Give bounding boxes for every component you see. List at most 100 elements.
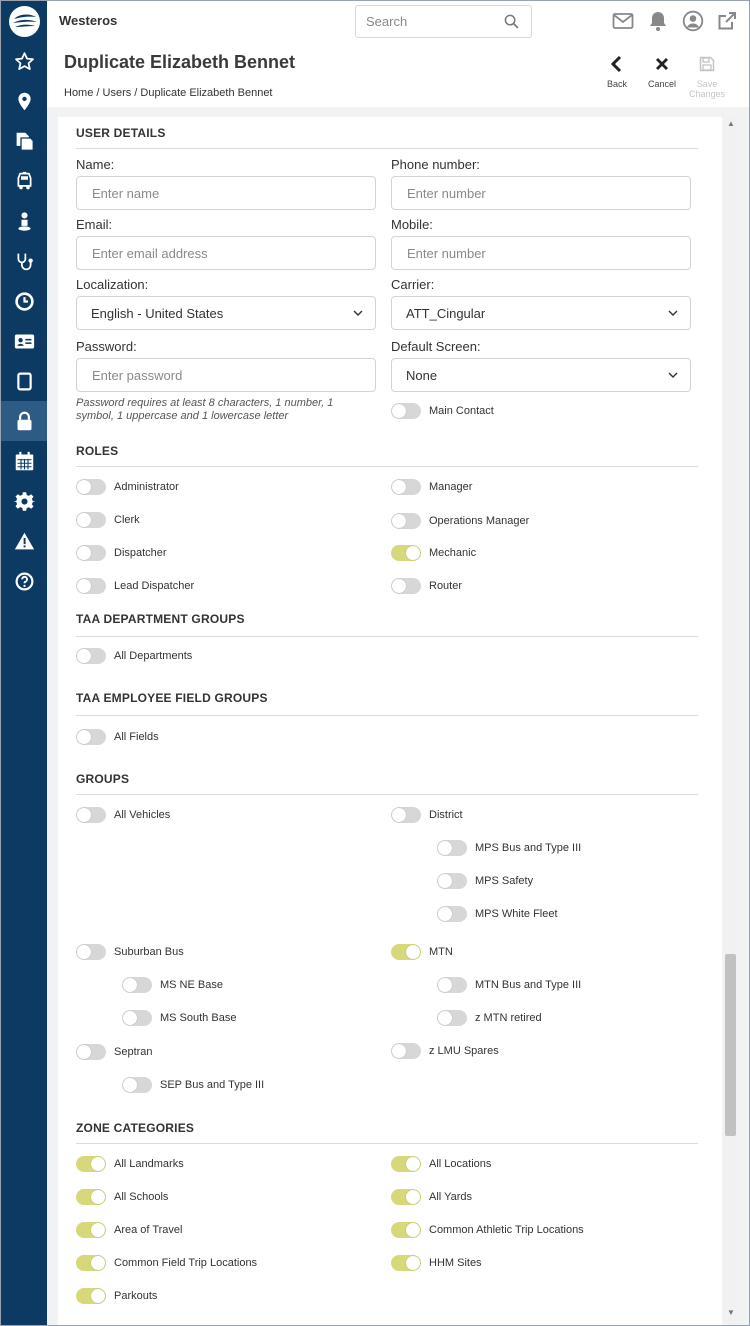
email-field[interactable]	[76, 236, 376, 270]
toggle-switch[interactable]	[76, 479, 106, 495]
role-toggle-lead-dispatcher[interactable]: Lead Dispatcher	[76, 578, 194, 594]
group-toggle-z-lmu-spares[interactable]: z LMU Spares	[391, 1043, 499, 1059]
localization-select[interactable]: English - United States	[76, 296, 376, 330]
sidebar-item-health[interactable]	[1, 241, 47, 281]
search-input[interactable]	[356, 6, 496, 37]
group-toggle-ms-ne-base[interactable]: MS NE Base	[122, 977, 223, 993]
zone-toggle-all-schools[interactable]: All Schools	[76, 1189, 168, 1205]
group-toggle-septran[interactable]: Septran	[76, 1044, 153, 1060]
scroll-up-arrow[interactable]: ▲	[727, 119, 735, 128]
sidebar-item-documents[interactable]	[1, 121, 47, 161]
toggle-switch[interactable]	[76, 1044, 106, 1060]
toggle-switch[interactable]	[76, 807, 106, 823]
toggle-switch[interactable]	[76, 578, 106, 594]
role-toggle-clerk[interactable]: Clerk	[76, 512, 140, 528]
carrier-select[interactable]: ATT_Cingular	[391, 296, 691, 330]
zone-toggle-common-field-trip-locations[interactable]: Common Field Trip Locations	[76, 1255, 257, 1271]
toggle-switch[interactable]	[76, 648, 106, 664]
toggle-switch[interactable]	[391, 1156, 421, 1172]
scrollbar-thumb[interactable]	[725, 954, 736, 1136]
cancel-button[interactable]: Cancel	[642, 53, 682, 89]
company-logo[interactable]	[9, 6, 40, 37]
save-changes-button[interactable]: Save Changes	[687, 53, 727, 99]
toggle-switch[interactable]	[391, 807, 421, 823]
role-toggle-administrator[interactable]: Administrator	[76, 479, 179, 495]
back-button[interactable]: Back	[597, 53, 637, 89]
toggle-switch[interactable]	[391, 578, 421, 594]
group-toggle-mps-safety[interactable]: MPS Safety	[437, 873, 533, 889]
toggle-all-fields[interactable]: All Fields	[76, 729, 159, 745]
group-toggle-mps-white-fleet[interactable]: MPS White Fleet	[437, 906, 558, 922]
profile-button[interactable]	[682, 10, 704, 32]
zone-toggle-parkouts[interactable]: Parkouts	[76, 1288, 157, 1304]
sidebar-item-help[interactable]	[1, 561, 47, 601]
toggle-switch[interactable]	[391, 513, 421, 529]
sidebar-item-calendar[interactable]	[1, 441, 47, 481]
toggle-switch[interactable]	[437, 977, 467, 993]
toggle-switch[interactable]	[76, 1189, 106, 1205]
sidebar-item-locations[interactable]	[1, 81, 47, 121]
sidebar-item-favorites[interactable]	[1, 41, 47, 81]
group-toggle-sep-bus-type-iii[interactable]: SEP Bus and Type III	[122, 1077, 264, 1093]
toggle-switch[interactable]	[391, 1043, 421, 1059]
role-toggle-router[interactable]: Router	[391, 578, 462, 594]
zone-toggle-area-of-travel[interactable]: Area of Travel	[76, 1222, 182, 1238]
toggle-switch[interactable]	[122, 1010, 152, 1026]
name-field[interactable]	[76, 176, 376, 210]
group-toggle-ms-south-base[interactable]: MS South Base	[122, 1010, 236, 1026]
sidebar-item-people[interactable]	[1, 201, 47, 241]
group-toggle-mps-bus-type-iii[interactable]: MPS Bus and Type III	[437, 840, 581, 856]
mobile-field[interactable]	[391, 236, 691, 270]
toggle-switch[interactable]	[437, 906, 467, 922]
toggle-switch[interactable]	[391, 1222, 421, 1238]
toggle-switch[interactable]	[391, 1189, 421, 1205]
toggle-switch[interactable]	[391, 1255, 421, 1271]
toggle-switch[interactable]	[437, 873, 467, 889]
toggle-all-departments[interactable]: All Departments	[76, 648, 192, 664]
sidebar-item-vehicles[interactable]	[1, 161, 47, 201]
external-link-button[interactable]	[716, 10, 738, 32]
role-toggle-mechanic[interactable]: Mechanic	[391, 545, 476, 561]
toggle-switch[interactable]	[76, 944, 106, 960]
group-toggle-z-mtn-retired[interactable]: z MTN retired	[437, 1010, 542, 1026]
toggle-switch[interactable]	[122, 1077, 152, 1093]
toggle-switch[interactable]	[76, 1222, 106, 1238]
sidebar-item-alerts[interactable]	[1, 521, 47, 561]
toggle-switch[interactable]	[391, 479, 421, 495]
scroll-down-arrow[interactable]: ▼	[727, 1308, 735, 1317]
password-field[interactable]	[76, 358, 376, 392]
toggle-switch[interactable]	[122, 977, 152, 993]
zone-toggle-hhm-sites[interactable]: HHM Sites	[391, 1255, 482, 1271]
zone-toggle-common-athletic-trip-locations[interactable]: Common Athletic Trip Locations	[391, 1222, 584, 1238]
toggle-switch[interactable]	[76, 729, 106, 745]
main-contact-toggle[interactable]: Main Contact	[391, 403, 494, 419]
toggle-switch[interactable]	[76, 1156, 106, 1172]
zone-toggle-all-locations[interactable]: All Locations	[391, 1156, 491, 1172]
toggle-switch[interactable]	[76, 512, 106, 528]
toggle-switch[interactable]	[391, 403, 421, 419]
role-toggle-dispatcher[interactable]: Dispatcher	[76, 545, 167, 561]
sidebar-item-security[interactable]	[1, 401, 47, 441]
group-toggle-all-vehicles[interactable]: All Vehicles	[76, 807, 170, 823]
role-toggle-operations-manager[interactable]: Operations Manager	[391, 513, 529, 529]
toggle-switch[interactable]	[76, 545, 106, 561]
toggle-switch[interactable]	[437, 840, 467, 856]
sidebar-item-time[interactable]	[1, 281, 47, 321]
role-toggle-manager[interactable]: Manager	[391, 479, 472, 495]
sidebar-item-devices[interactable]	[1, 361, 47, 401]
default-screen-select[interactable]: None	[391, 358, 691, 392]
group-toggle-mtn[interactable]: MTN	[391, 944, 453, 960]
group-toggle-suburban-bus[interactable]: Suburban Bus	[76, 944, 184, 960]
zone-toggle-all-landmarks[interactable]: All Landmarks	[76, 1156, 184, 1172]
messages-button[interactable]	[612, 10, 634, 32]
sidebar-item-contacts[interactable]	[1, 321, 47, 361]
breadcrumb[interactable]: Home / Users / Duplicate Elizabeth Benne…	[64, 87, 273, 99]
zone-toggle-all-yards[interactable]: All Yards	[391, 1189, 472, 1205]
toggle-switch[interactable]	[391, 944, 421, 960]
scrollbar-track[interactable]	[724, 117, 737, 1322]
toggle-switch[interactable]	[391, 545, 421, 561]
toggle-switch[interactable]	[76, 1255, 106, 1271]
notifications-button[interactable]	[647, 10, 669, 32]
toggle-switch[interactable]	[76, 1288, 106, 1304]
toggle-switch[interactable]	[437, 1010, 467, 1026]
